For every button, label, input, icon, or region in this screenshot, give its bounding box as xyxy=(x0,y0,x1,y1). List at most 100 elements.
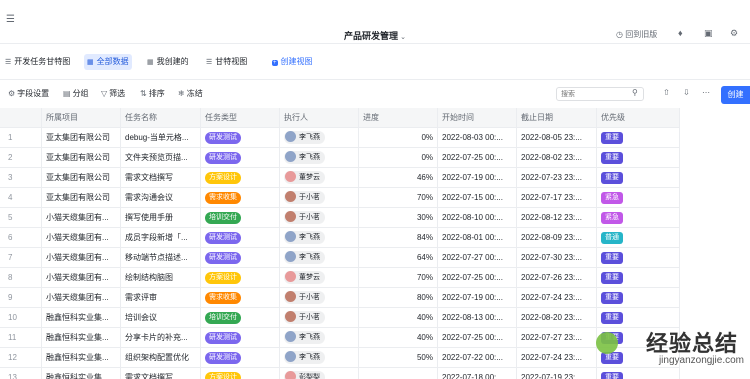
table-row[interactable]: 6 小猫天缆集团有... 成员字段新增「... 研发测试 李飞燕 84% 2022-08-0… xyxy=(0,228,680,248)
column-header-start[interactable]: 开始时间 xyxy=(438,108,517,128)
cell-type[interactable]: 研发测试 xyxy=(201,228,280,248)
cell-task[interactable]: 需求文档撰写 xyxy=(121,368,201,379)
cell-progress[interactable]: 70% xyxy=(359,188,438,208)
cell-progress[interactable]: 50% xyxy=(359,348,438,368)
cell-task[interactable]: 移动端节点描述... xyxy=(121,248,201,268)
cell-deadline[interactable]: 2022-07-30 23:... xyxy=(517,248,597,268)
tab-gantt-dev[interactable]: ☰ 开发任务甘特图 xyxy=(2,54,73,70)
cell-deadline[interactable]: 2022-08-12 23:... xyxy=(517,208,597,228)
cell-start-time[interactable]: 2022-07-19 00:... xyxy=(438,288,517,308)
cell-project[interactable]: 小猫天缆集团有... xyxy=(42,288,121,308)
table-row[interactable]: 9 小猫天缆集团有... 需求评审 需求收集 于小茗 80% 2022-07-19 00:.… xyxy=(0,288,680,308)
table-row[interactable]: 5 小猫天缆集团有... 撰写使用手册 培训交付 于小茗 30% 2022-08-10 00… xyxy=(0,208,680,228)
cell-assignee[interactable]: 李飞燕 xyxy=(280,328,359,348)
cell-deadline[interactable]: 2022-07-23 23:... xyxy=(517,168,597,188)
cell-project[interactable]: 融鑫恒科实业集... xyxy=(42,328,121,348)
cell-priority[interactable]: 重要 xyxy=(597,168,680,188)
cell-assignee[interactable]: 于小茗 xyxy=(280,188,359,208)
freeze-button[interactable]: ❄ 冻结 xyxy=(178,86,203,102)
cell-progress[interactable]: 70% xyxy=(359,268,438,288)
cell-start-time[interactable]: 2022-07-27 00:... xyxy=(438,248,517,268)
menu-icon[interactable]: ☰ xyxy=(6,14,15,25)
cell-project[interactable]: 小猫天缆集团有... xyxy=(42,268,121,288)
download-icon[interactable]: ⇩ xyxy=(683,88,690,97)
filter-button[interactable]: ▽ 筛选 xyxy=(101,86,125,102)
cell-deadline[interactable]: 2022-07-19 23:... xyxy=(517,368,597,379)
table-row[interactable]: 3 亚太集团有限公司 需求文档撰写 方案设计 董梦云 46% 2022-07-19 00:.… xyxy=(0,168,680,188)
cell-start-time[interactable]: 2022-08-10 00:... xyxy=(438,208,517,228)
table-row[interactable]: 10 融鑫恒科实业集... 培训会议 培训交付 于小茗 40% 2022-08-13 00:… xyxy=(0,308,680,328)
cell-type[interactable]: 研发测试 xyxy=(201,348,280,368)
cell-task[interactable]: 需求文档撰写 xyxy=(121,168,201,188)
more-icon[interactable]: ⋯ xyxy=(702,88,710,97)
cell-progress[interactable]: 30% xyxy=(359,208,438,228)
column-header-progress[interactable]: 进度 xyxy=(359,108,438,128)
cell-start-time[interactable]: 2022-07-19 00:... xyxy=(438,168,517,188)
column-header-deadline[interactable]: 截止日期 xyxy=(517,108,597,128)
table-row[interactable]: 7 小猫天缆集团有... 移动端节点描述... 研发测试 李飞燕 64% 2022-07-2… xyxy=(0,248,680,268)
cell-deadline[interactable]: 2022-08-20 23:... xyxy=(517,308,597,328)
cell-start-time[interactable]: 2022-07-15 00:... xyxy=(438,188,517,208)
cell-task[interactable]: 组织架构配置优化 xyxy=(121,348,201,368)
tab-gantt-view[interactable]: ☰ 甘特视图 xyxy=(203,54,250,70)
cell-start-time[interactable]: 2022-08-03 00:... xyxy=(438,128,517,148)
column-header-project[interactable]: 所属项目 xyxy=(42,108,121,128)
cell-type[interactable]: 研发测试 xyxy=(201,128,280,148)
cell-priority[interactable]: 普通 xyxy=(597,228,680,248)
cell-assignee[interactable]: 董梦云 xyxy=(280,168,359,188)
cell-progress[interactable]: 46% xyxy=(359,168,438,188)
cell-deadline[interactable]: 2022-07-26 23:... xyxy=(517,268,597,288)
cell-start-time[interactable]: 2022-07-22 00:... xyxy=(438,348,517,368)
cell-task[interactable]: 绘制结构脑图 xyxy=(121,268,201,288)
cell-type[interactable]: 方案设计 xyxy=(201,268,280,288)
table-row[interactable]: 8 小猫天缆集团有... 绘制结构脑图 方案设计 董梦云 70% 2022-07-25 00… xyxy=(0,268,680,288)
cell-progress[interactable]: 40% xyxy=(359,308,438,328)
search-input[interactable] xyxy=(556,87,644,101)
cell-task[interactable]: 文件夹预览页描... xyxy=(121,148,201,168)
cell-type[interactable]: 研发测试 xyxy=(201,148,280,168)
cell-deadline[interactable]: 2022-07-24 23:... xyxy=(517,348,597,368)
cell-start-time[interactable]: 2022-08-01 00:... xyxy=(438,228,517,248)
cell-progress[interactable]: 0% xyxy=(359,148,438,168)
cell-deadline[interactable]: 2022-08-02 23:... xyxy=(517,148,597,168)
cell-type[interactable]: 研发测试 xyxy=(201,248,280,268)
cell-type[interactable]: 研发测试 xyxy=(201,328,280,348)
cell-project[interactable]: 融鑫恒科实业集... xyxy=(42,348,121,368)
table-row[interactable]: 2 亚太集团有限公司 文件夹预览页描... 研发测试 李飞燕 0% 2022-07-25 0… xyxy=(0,148,680,168)
cell-priority[interactable]: 重要 xyxy=(597,128,680,148)
sort-button[interactable]: ⇅ 排序 xyxy=(140,86,165,102)
cell-progress[interactable]: 0% xyxy=(359,128,438,148)
cell-assignee[interactable]: 李飞燕 xyxy=(280,228,359,248)
cell-start-time[interactable]: 2022-07-25 00:... xyxy=(438,328,517,348)
cell-assignee[interactable]: 于小茗 xyxy=(280,208,359,228)
cell-progress[interactable] xyxy=(359,368,438,379)
cell-start-time[interactable]: 2022-07-25 00:... xyxy=(438,268,517,288)
cell-deadline[interactable]: 2022-07-17 23:... xyxy=(517,188,597,208)
cell-priority[interactable]: 重要 xyxy=(597,148,680,168)
cell-assignee[interactable]: 李飞燕 xyxy=(280,248,359,268)
cell-task[interactable]: 分享卡片的补充... xyxy=(121,328,201,348)
cell-task[interactable]: 培训会议 xyxy=(121,308,201,328)
cell-start-time[interactable]: 2022-07-18 00:... xyxy=(438,368,517,379)
cell-task[interactable]: 撰写使用手册 xyxy=(121,208,201,228)
cell-assignee[interactable]: 于小茗 xyxy=(280,288,359,308)
column-header-assignee[interactable]: 执行人 xyxy=(280,108,359,128)
cell-priority[interactable]: 重要 xyxy=(597,308,680,328)
table-row[interactable]: 12 融鑫恒科实业集... 组织架构配置优化 研发测试 李飞燕 50% 2022-07-22… xyxy=(0,348,680,368)
cell-priority[interactable]: 重要 xyxy=(597,288,680,308)
cell-type[interactable]: 需求收集 xyxy=(201,288,280,308)
cell-assignee[interactable]: 李飞燕 xyxy=(280,128,359,148)
inbox-icon[interactable]: ▣ xyxy=(704,28,713,39)
select-all-checkbox[interactable] xyxy=(0,108,42,128)
table-row[interactable]: 11 融鑫恒科实业集... 分享卡片的补充... 研发测试 李飞燕 40% 2022-07-… xyxy=(0,328,680,348)
cell-assignee[interactable]: 李飞燕 xyxy=(280,148,359,168)
cell-project[interactable]: 亚太集团有限公司 xyxy=(42,148,121,168)
settings-icon[interactable]: ⚙ xyxy=(730,28,738,39)
cell-type[interactable]: 培训交付 xyxy=(201,208,280,228)
cell-project[interactable]: 亚太集团有限公司 xyxy=(42,168,121,188)
cell-start-time[interactable]: 2022-07-25 00:... xyxy=(438,148,517,168)
column-header-type[interactable]: 任务类型 xyxy=(201,108,280,128)
cell-task[interactable]: 需求评审 xyxy=(121,288,201,308)
cell-project[interactable]: 融鑫恒科实业集... xyxy=(42,308,121,328)
cell-project[interactable]: 小猫天缆集团有... xyxy=(42,208,121,228)
